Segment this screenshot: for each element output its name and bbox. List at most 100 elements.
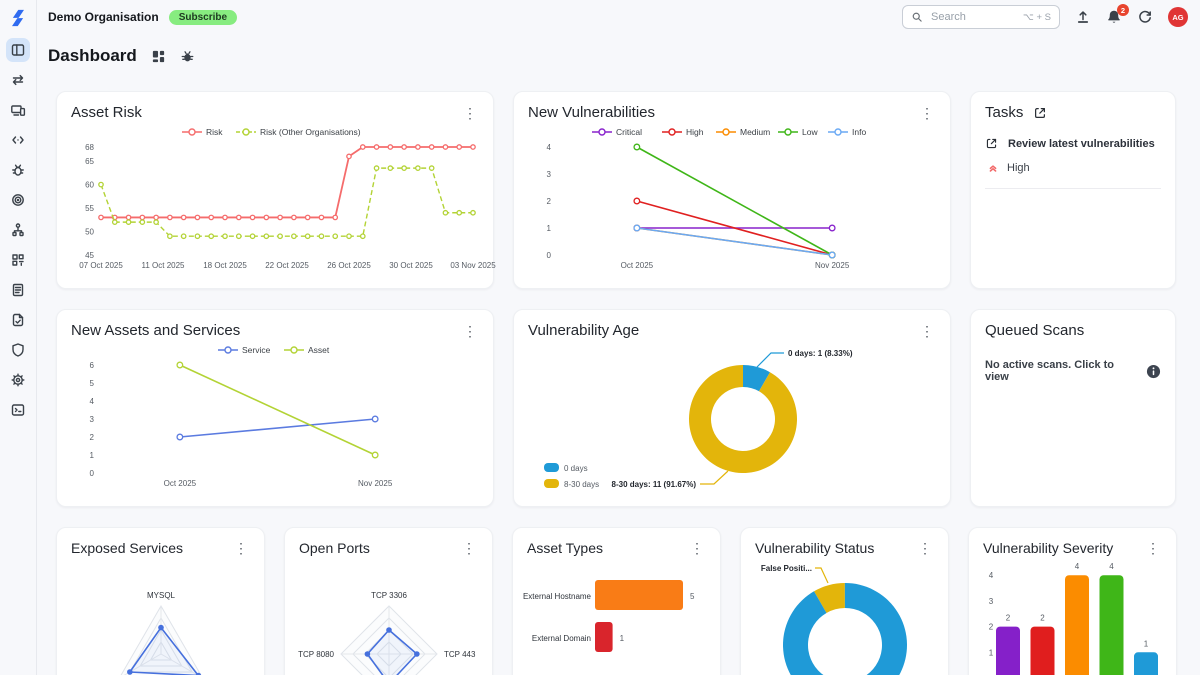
devices-icon bbox=[10, 102, 26, 118]
sidebar-item-document[interactable] bbox=[6, 278, 30, 302]
svg-text:0 days: 0 days bbox=[564, 464, 588, 473]
svg-text:5: 5 bbox=[690, 592, 695, 601]
svg-text:60: 60 bbox=[85, 181, 94, 190]
kebab-menu-icon[interactable]: ⋮ bbox=[916, 541, 934, 555]
card-title: Vulnerability Status bbox=[755, 540, 874, 556]
card-title: Tasks bbox=[985, 104, 1023, 121]
sidebar-nav bbox=[6, 38, 30, 422]
sidebar-item-file-check[interactable] bbox=[6, 308, 30, 332]
bug-icon bbox=[180, 49, 195, 64]
search-box[interactable]: ⌥ + S bbox=[902, 5, 1060, 29]
svg-text:0: 0 bbox=[547, 251, 552, 260]
refresh-button[interactable] bbox=[1137, 9, 1153, 25]
kebab-menu-icon[interactable]: ⋮ bbox=[918, 106, 936, 120]
sidebar-item-bug[interactable] bbox=[6, 158, 30, 182]
kebab-menu-icon[interactable]: ⋮ bbox=[232, 541, 250, 555]
kebab-menu-icon[interactable]: ⋮ bbox=[918, 324, 936, 338]
task-label: Review latest vulnerabilities bbox=[1008, 138, 1155, 150]
app-logo-icon[interactable] bbox=[8, 8, 28, 28]
svg-text:03 Nov 2025: 03 Nov 2025 bbox=[450, 261, 496, 270]
avatar[interactable]: AG bbox=[1168, 7, 1188, 27]
svg-text:3: 3 bbox=[90, 415, 95, 424]
queued-scans-row[interactable]: No active scans. Click to view bbox=[985, 359, 1161, 383]
kebab-menu-icon[interactable]: ⋮ bbox=[688, 541, 706, 555]
sidebar-item-dashboard[interactable] bbox=[6, 38, 30, 62]
svg-text:0: 0 bbox=[90, 469, 95, 478]
card-title: Vulnerability Age bbox=[528, 322, 639, 339]
open-tasks-button[interactable] bbox=[1033, 106, 1047, 120]
card-open-ports: Open Ports ⋮ TCP 3306TCP 443TCP 8080 bbox=[284, 527, 493, 675]
search-input[interactable] bbox=[929, 10, 1017, 24]
svg-text:MYSQL: MYSQL bbox=[147, 591, 176, 600]
sidebar-item-terminal[interactable] bbox=[6, 398, 30, 422]
svg-text:Critical: Critical bbox=[616, 127, 642, 137]
card-asset-types: Asset Types ⋮ External Hostname5External… bbox=[512, 527, 721, 675]
svg-text:1: 1 bbox=[90, 451, 95, 460]
vulnerability-status-chart: False Positi... bbox=[755, 558, 934, 675]
subscribe-button[interactable]: Subscribe bbox=[169, 10, 237, 25]
debug-button[interactable] bbox=[180, 49, 195, 64]
page-title: Dashboard bbox=[48, 46, 137, 66]
svg-text:2: 2 bbox=[1040, 614, 1045, 623]
widgets-button[interactable] bbox=[151, 49, 166, 64]
priority-label: High bbox=[1007, 162, 1030, 174]
document-icon bbox=[10, 282, 26, 298]
svg-text:TCP 3306: TCP 3306 bbox=[371, 591, 407, 600]
svg-text:18 Oct 2025: 18 Oct 2025 bbox=[203, 261, 247, 270]
kebab-menu-icon[interactable]: ⋮ bbox=[1144, 541, 1162, 555]
task-priority: High bbox=[987, 162, 1161, 174]
svg-text:Risk (Other Organisations): Risk (Other Organisations) bbox=[260, 127, 361, 137]
card-exposed-services: Exposed Services ⋮ MYSQL bbox=[56, 527, 265, 675]
sidebar-item-sitemap[interactable] bbox=[6, 218, 30, 242]
task-item[interactable]: Review latest vulnerabilities bbox=[985, 137, 1161, 150]
page-titlebar: Dashboard bbox=[37, 34, 1200, 66]
sidebar-item-shield[interactable] bbox=[6, 338, 30, 362]
svg-text:0 days: 1 (8.33%): 0 days: 1 (8.33%) bbox=[788, 349, 853, 358]
svg-text:4: 4 bbox=[989, 571, 994, 580]
new-vulnerabilities-chart: CriticalHighMediumLowInfo01234Oct 2025No… bbox=[528, 123, 936, 271]
sidebar-item-settings[interactable] bbox=[6, 368, 30, 392]
new-assets-services-chart: ServiceAsset0123456Oct 2025Nov 2025 bbox=[71, 341, 479, 489]
external-link-icon bbox=[1033, 106, 1047, 120]
terminal-box-icon bbox=[10, 402, 26, 418]
card-new-assets-services: New Assets and Services ⋮ ServiceAsset01… bbox=[56, 309, 494, 507]
svg-text:26 Oct 2025: 26 Oct 2025 bbox=[327, 261, 371, 270]
svg-text:68: 68 bbox=[85, 143, 94, 152]
kebab-menu-icon[interactable]: ⋮ bbox=[461, 324, 479, 338]
svg-text:Medium: Medium bbox=[740, 127, 770, 137]
kebab-menu-icon[interactable]: ⋮ bbox=[461, 106, 479, 120]
svg-text:1: 1 bbox=[547, 224, 552, 233]
svg-text:3: 3 bbox=[547, 170, 552, 179]
sidebar-item-code[interactable] bbox=[6, 128, 30, 152]
svg-text:1: 1 bbox=[989, 648, 994, 657]
vulnerability-age-chart: 0 days: 1 (8.33%)8-30 days: 11 (91.67%)0… bbox=[528, 341, 936, 489]
card-vulnerability-severity: Vulnerability Severity ⋮ 432122441 bbox=[968, 527, 1177, 675]
kebab-menu-icon[interactable]: ⋮ bbox=[460, 541, 478, 555]
sidebar-item-arrows-exchange[interactable] bbox=[6, 68, 30, 92]
sidebar-item-devices[interactable] bbox=[6, 98, 30, 122]
shield-icon bbox=[10, 342, 26, 358]
card-new-vulnerabilities: New Vulnerabilities ⋮ CriticalHighMedium… bbox=[513, 91, 951, 289]
svg-text:1: 1 bbox=[1144, 639, 1149, 648]
info-icon[interactable] bbox=[1146, 364, 1161, 379]
grid-dots-icon bbox=[10, 252, 26, 268]
sidebar-item-target[interactable] bbox=[6, 188, 30, 212]
sidebar-item-grid-dots[interactable] bbox=[6, 248, 30, 272]
upload-button[interactable] bbox=[1075, 9, 1091, 25]
card-title: New Vulnerabilities bbox=[528, 104, 655, 121]
svg-text:Nov 2025: Nov 2025 bbox=[815, 261, 850, 270]
svg-text:65: 65 bbox=[85, 157, 94, 166]
svg-text:Low: Low bbox=[802, 127, 818, 137]
priority-high-icon bbox=[987, 162, 999, 174]
svg-text:5: 5 bbox=[90, 379, 95, 388]
svg-text:External Domain: External Domain bbox=[532, 634, 591, 643]
sidebar bbox=[0, 0, 37, 675]
svg-text:6: 6 bbox=[90, 361, 95, 370]
svg-text:4: 4 bbox=[1075, 562, 1080, 571]
svg-text:4: 4 bbox=[90, 397, 95, 406]
vulnerability-severity-chart: 432122441 bbox=[983, 558, 1162, 675]
card-vulnerability-age: Vulnerability Age ⋮ 0 days: 1 (8.33%)8-3… bbox=[513, 309, 951, 507]
notifications-button[interactable]: 2 bbox=[1106, 9, 1122, 25]
divider bbox=[985, 188, 1161, 189]
svg-text:External Hostname: External Hostname bbox=[523, 592, 592, 601]
